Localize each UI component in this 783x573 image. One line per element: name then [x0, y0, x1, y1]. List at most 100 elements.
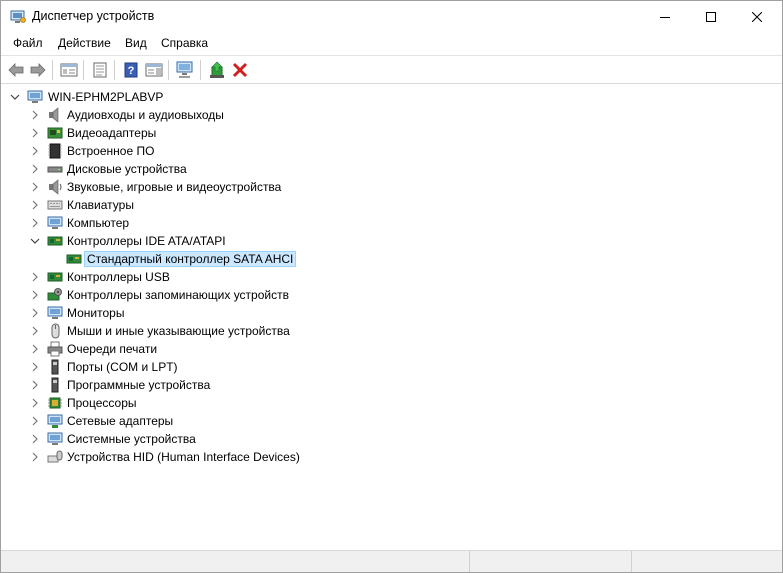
- chevron-down-icon[interactable]: [29, 235, 41, 247]
- properties-button[interactable]: [90, 60, 110, 80]
- tree-category[interactable]: Мыши и иные указывающие устройства: [2, 322, 781, 340]
- device-manager-app-icon: [10, 10, 26, 24]
- chevron-right-icon[interactable]: [29, 433, 41, 445]
- tree-category[interactable]: Сетевые адаптеры: [2, 412, 781, 430]
- tree-category[interactable]: Встроенное ПО: [2, 142, 781, 160]
- chevron-right-icon[interactable]: [29, 361, 41, 373]
- display-adapter-icon: [47, 125, 63, 141]
- computer-icon: [27, 89, 43, 105]
- computer-icon: [47, 215, 63, 231]
- close-button[interactable]: [734, 1, 780, 32]
- tree-category[interactable]: Видеоадаптеры: [2, 124, 781, 142]
- tree-category[interactable]: Контроллеры USB: [2, 268, 781, 286]
- toolbar-separator: [168, 60, 169, 80]
- uninstall-device-icon: [232, 62, 248, 78]
- chevron-right-icon[interactable]: [29, 127, 41, 139]
- tree-category[interactable]: Устройства HID (Human Interface Devices): [2, 448, 781, 466]
- help-button[interactable]: ?: [121, 60, 141, 80]
- tree-category[interactable]: Порты (COM и LPT): [2, 358, 781, 376]
- tree-category-label: Контроллеры запоминающих устройств: [67, 288, 289, 302]
- properties-icon: [93, 62, 107, 78]
- device-manager-window: Диспетчер устройств Файл Действие Вид Сп…: [0, 0, 783, 573]
- update-driver-button[interactable]: [207, 60, 227, 80]
- tree-category[interactable]: Звуковые, игровые и видеоустройства: [2, 178, 781, 196]
- printer-icon: [47, 341, 63, 357]
- storage-controller-icon: [47, 287, 63, 303]
- chevron-right-icon[interactable]: [29, 289, 41, 301]
- network-adapter-icon: [47, 413, 63, 429]
- tree-category[interactable]: Программные устройства: [2, 376, 781, 394]
- chevron-right-icon[interactable]: [29, 343, 41, 355]
- keyboard-icon: [47, 197, 63, 213]
- tree-device[interactable]: Стандартный контроллер SATA AHCI: [2, 250, 781, 268]
- tree-category[interactable]: Системные устройства: [2, 430, 781, 448]
- tree-category-label: Процессоры: [67, 396, 137, 410]
- tree-category[interactable]: Клавиатуры: [2, 196, 781, 214]
- minimize-icon: [660, 16, 670, 18]
- tree-category[interactable]: Контроллеры IDE ATA/ATAPI: [2, 232, 781, 250]
- maximize-icon: [706, 11, 716, 22]
- chevron-right-icon[interactable]: [29, 379, 41, 391]
- chevron-right-icon[interactable]: [29, 145, 41, 157]
- uninstall-device-button[interactable]: [230, 60, 250, 80]
- status-divider: [469, 551, 470, 572]
- update-driver-icon: [210, 61, 224, 78]
- tree-category-label: Клавиатуры: [67, 198, 134, 212]
- chevron-right-icon[interactable]: [29, 181, 41, 193]
- chevron-right-icon[interactable]: [29, 397, 41, 409]
- forward-button[interactable]: [28, 60, 48, 80]
- firmware-icon: [47, 143, 63, 159]
- chevron-down-icon[interactable]: [9, 91, 21, 103]
- menu-help[interactable]: Справка: [161, 36, 208, 50]
- menu-action[interactable]: Действие: [58, 36, 111, 50]
- mouse-icon: [47, 323, 63, 339]
- tree-root[interactable]: WIN-EPHM2PLABVP: [2, 88, 781, 106]
- tree-category-label: Системные устройства: [67, 432, 196, 446]
- sound-icon: [47, 179, 63, 195]
- chevron-right-icon[interactable]: [29, 307, 41, 319]
- status-bar: [1, 550, 782, 572]
- chevron-right-icon[interactable]: [29, 325, 41, 337]
- port-icon: [47, 359, 63, 375]
- system-device-icon: [47, 431, 63, 447]
- minimize-button[interactable]: [642, 1, 688, 32]
- chevron-right-icon[interactable]: [29, 415, 41, 427]
- toolbar-separator: [200, 60, 201, 80]
- chevron-right-icon[interactable]: [29, 109, 41, 121]
- disk-drive-icon: [47, 161, 63, 177]
- chevron-right-icon[interactable]: [29, 271, 41, 283]
- sata-controller-icon: [66, 251, 82, 267]
- tree-category[interactable]: Мониторы: [2, 304, 781, 322]
- back-button[interactable]: [6, 60, 26, 80]
- tree-category[interactable]: Очереди печати: [2, 340, 781, 358]
- menu-view[interactable]: Вид: [125, 36, 147, 50]
- chevron-right-icon[interactable]: [29, 163, 41, 175]
- tree-category-label: Компьютер: [67, 216, 130, 230]
- processor-icon: [47, 395, 63, 411]
- tree-category[interactable]: Компьютер: [2, 214, 781, 232]
- scan-hardware-button[interactable]: [176, 60, 196, 80]
- tree-category-label: Контроллеры USB: [67, 270, 170, 284]
- help-icon: ?: [124, 62, 138, 78]
- device-tree[interactable]: WIN-EPHM2PLABVP Аудиовходы и аудиовыходы…: [2, 84, 781, 548]
- title-bar[interactable]: Диспетчер устройств: [1, 1, 782, 32]
- maximize-button[interactable]: [688, 1, 734, 32]
- chevron-right-icon[interactable]: [29, 199, 41, 211]
- tree-category[interactable]: Аудиовходы и аудиовыходы: [2, 106, 781, 124]
- console-tree-icon: [60, 63, 78, 77]
- action-pane-button[interactable]: [144, 60, 164, 80]
- show-hide-console-tree-button[interactable]: [59, 60, 79, 80]
- chevron-right-icon[interactable]: [29, 451, 41, 463]
- tree-category-label: Контроллеры IDE ATA/ATAPI: [67, 234, 226, 248]
- svg-text:?: ?: [128, 65, 135, 77]
- monitor-icon: [47, 305, 63, 321]
- chevron-right-icon[interactable]: [29, 217, 41, 229]
- tree-category[interactable]: Процессоры: [2, 394, 781, 412]
- menu-file[interactable]: Файл: [13, 36, 43, 50]
- tree-category[interactable]: Контроллеры запоминающих устройств: [2, 286, 781, 304]
- tree-category[interactable]: Дисковые устройства: [2, 160, 781, 178]
- speaker-icon: [47, 107, 63, 123]
- tree-category-label: Мониторы: [67, 306, 125, 320]
- tree-category-label: Устройства HID (Human Interface Devices): [67, 450, 300, 464]
- tree-root-label: WIN-EPHM2PLABVP: [48, 90, 164, 104]
